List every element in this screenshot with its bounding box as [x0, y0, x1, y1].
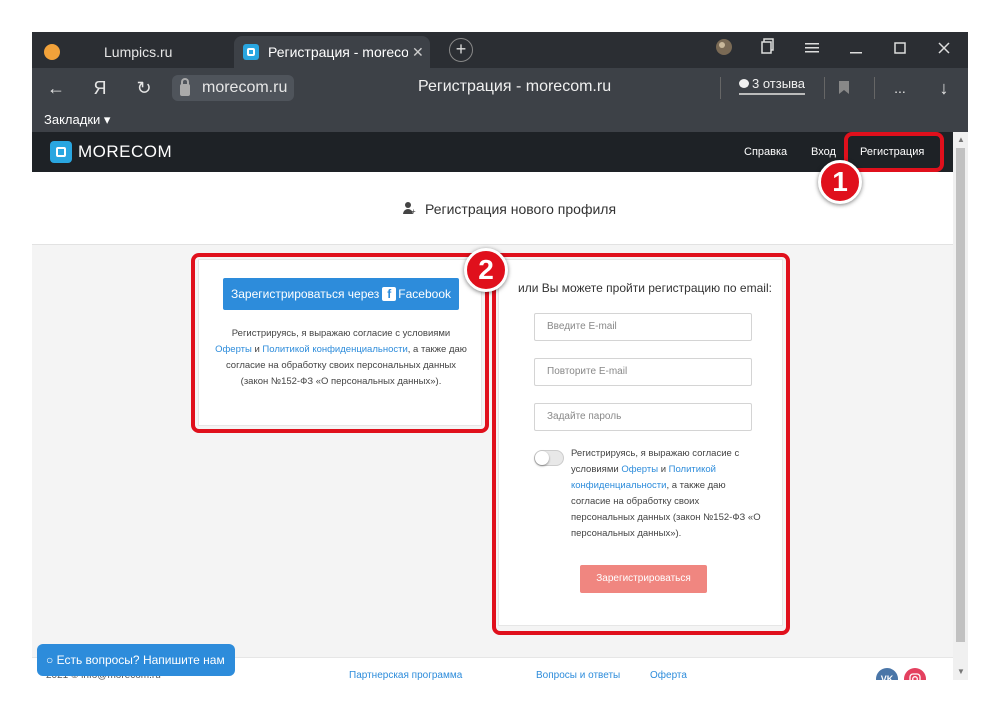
vk-icon[interactable]: VK	[876, 668, 898, 680]
morecom-favicon-icon	[243, 44, 259, 60]
comment-icon	[739, 79, 749, 88]
more-button[interactable]: ...	[888, 76, 912, 100]
faq-link[interactable]: Вопросы и ответы	[536, 670, 620, 680]
site-header: MORECOM Справка Вход Регистрация	[32, 132, 953, 172]
collections-icon[interactable]	[756, 38, 780, 62]
lock-icon	[180, 78, 190, 96]
nav-login-link[interactable]: Вход	[811, 146, 836, 158]
tab-bar: Lumpics.ru Регистрация - morecom ✕ +	[32, 32, 968, 68]
maximize-icon[interactable]	[888, 38, 912, 62]
logo-text: MORECOM	[78, 142, 173, 161]
menu-icon[interactable]	[800, 38, 824, 62]
address-bar[interactable]: morecom.ru	[172, 75, 294, 101]
back-button[interactable]: ←	[44, 76, 68, 100]
registration-title: Регистрация нового профиля	[425, 201, 617, 217]
divider	[874, 77, 875, 99]
reviews-label: 3 отзыва	[752, 76, 806, 91]
partner-program-link[interactable]: Партнерская программа	[349, 670, 462, 680]
annotation-box-register-link	[844, 132, 944, 172]
download-button[interactable]: ↓	[932, 76, 956, 100]
annotation-box-facebook	[191, 253, 489, 433]
domain-text: morecom.ru	[202, 79, 288, 96]
scroll-up-icon[interactable]: ▲	[957, 135, 965, 144]
browser-toolbar: ← Я ↻ morecom.ru Регистрация - morecom.r…	[32, 68, 968, 108]
annotation-badge-2: 2	[464, 248, 508, 292]
lumpics-favicon-icon	[44, 44, 60, 60]
add-user-icon: +	[403, 202, 417, 216]
scrollbar-thumb[interactable]	[956, 148, 965, 642]
browser-window: Lumpics.ru Регистрация - morecom ✕ + ← Я	[32, 32, 968, 680]
chat-bubble-icon: ○	[46, 653, 54, 667]
tab-registration[interactable]: Регистрация - morecom ✕	[234, 36, 430, 68]
instagram-icon[interactable]	[904, 668, 926, 680]
divider	[720, 77, 721, 99]
scrollbar[interactable]: ▲ ▼	[953, 132, 968, 680]
page-title: Регистрация - morecom.ru	[418, 78, 612, 95]
site-logo[interactable]: MORECOM	[50, 141, 172, 163]
chat-label: Есть вопросы? Напишите нам	[56, 653, 225, 667]
bookmarks-bar: Закладки ▾	[32, 108, 968, 132]
bookmarks-dropdown[interactable]: Закладки ▾	[44, 112, 110, 128]
new-tab-button[interactable]: +	[449, 38, 473, 62]
annotation-box-email	[492, 253, 790, 635]
chat-button[interactable]: ○ Есть вопросы? Напишите нам	[37, 644, 235, 676]
reviews-button[interactable]: 3 отзыва	[739, 76, 806, 95]
close-tab-icon[interactable]: ✕	[412, 44, 424, 61]
morecom-logo-icon	[50, 141, 72, 163]
bookmark-icon[interactable]	[836, 76, 852, 100]
reload-button[interactable]: ↻	[132, 76, 156, 100]
tab-label: Lumpics.ru	[104, 44, 173, 60]
offer-footer-link[interactable]: Оферта	[650, 670, 687, 680]
page-subheader: + Регистрация нового профиля	[32, 172, 953, 245]
extension-avatar-icon[interactable]	[712, 38, 736, 62]
divider	[824, 77, 825, 99]
minimize-icon[interactable]	[844, 38, 868, 62]
close-window-icon[interactable]	[932, 38, 956, 62]
tab-label: Регистрация - morecom	[268, 44, 408, 60]
annotation-badge-1: 1	[818, 160, 862, 204]
nav-help-link[interactable]: Справка	[744, 146, 787, 158]
yandex-button[interactable]: Я	[88, 76, 112, 100]
tab-lumpics[interactable]: Lumpics.ru	[40, 36, 230, 68]
scroll-down-icon[interactable]: ▼	[957, 667, 965, 676]
